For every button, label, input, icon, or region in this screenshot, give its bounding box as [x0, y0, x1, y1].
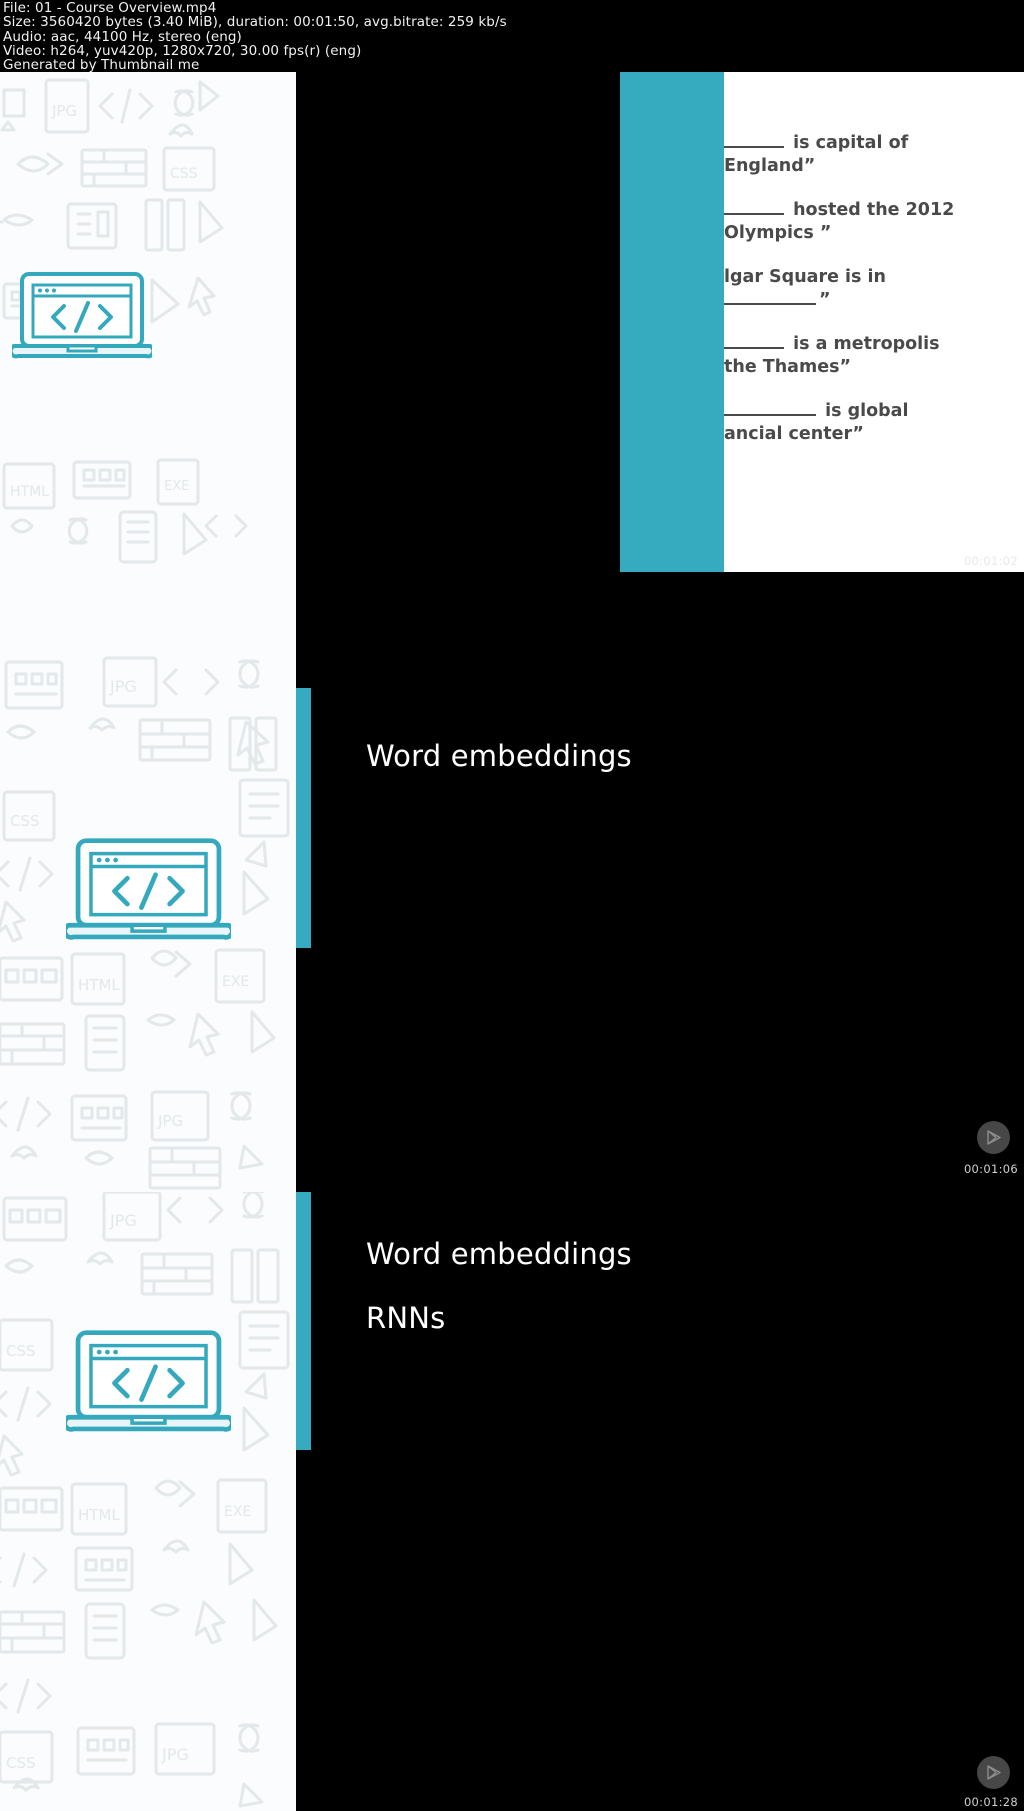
quiz-line-3a: lgar Square is in [724, 267, 887, 287]
svg-text:JPG: JPG [51, 102, 77, 120]
play-icon[interactable] [977, 517, 1010, 550]
thumbnail-timestamp: 00:01:06 [963, 1162, 1018, 1176]
blank-underline [724, 401, 816, 416]
quiz-line-5a: is global [819, 401, 909, 421]
quiz-line-2a: hosted the 2012 [787, 200, 955, 220]
bullet-word-embeddings: Word embeddings [366, 739, 632, 773]
svg-text:JPG: JPG [109, 677, 137, 696]
info-line-video: Video: h264, yuv420p, 1280x720, 30.00 fp… [3, 42, 362, 59]
sidebar-panel-3: JPG CSS HTML EXE CSS JPG [0, 1192, 296, 1811]
quiz-line-5b: ancial center” [724, 424, 864, 444]
list-item: is capital of England” [724, 132, 1024, 178]
teal-accent-bar [296, 1192, 311, 1450]
sidebar-pattern-strip: JPG CSS HTML EXE JPG CSS HTML EXE JPG JP… [0, 72, 296, 1811]
svg-text:EXE: EXE [224, 1504, 251, 1520]
svg-text:JPG: JPG [161, 1745, 189, 1764]
info-line-audio: Audio: aac, 44100 Hz, stereo (eng) [3, 28, 242, 45]
quiz-line-4b: the Thames” [724, 357, 852, 377]
blank-underline [724, 133, 784, 148]
slide-bullets-dark: Word embeddings RNNs [296, 1192, 1024, 1811]
video-thumbnail-1[interactable]: is capital of England” hosted the 2012 O… [248, 72, 1024, 572]
blank-underline [724, 290, 816, 305]
svg-text:CSS: CSS [6, 1342, 36, 1360]
info-line-file: File: 01 - Course Overview.mp4 [3, 0, 217, 16]
slide-bullets-dark: Word embeddings [296, 572, 1024, 1192]
play-icon[interactable] [977, 1756, 1010, 1789]
quiz-question-list: is capital of England” hosted the 2012 O… [724, 132, 1024, 467]
quiz-line-2b: Olympics ” [724, 223, 832, 243]
svg-text:JPG: JPG [109, 1211, 137, 1230]
video-thumbnail-2[interactable]: Word embeddings 00:01:06 [296, 572, 1024, 1192]
info-line-size: Size: 3560420 bytes (3.40 MiB), duration… [3, 14, 507, 31]
info-line-generator: Generated by Thumbnail me [3, 57, 200, 74]
media-info-block: File: 01 - Course Overview.mp4 Size: 356… [0, 0, 1024, 72]
svg-text:CSS: CSS [6, 1754, 36, 1772]
list-item: is a metropolis the Thames” [724, 333, 1024, 379]
bullet-word-embeddings: Word embeddings [366, 1237, 632, 1271]
svg-text:JPG: JPG [157, 1112, 183, 1130]
blank-underline [724, 334, 784, 349]
svg-text:EXE: EXE [164, 479, 189, 494]
teal-accent-bar [296, 688, 311, 948]
svg-text:HTML: HTML [78, 1506, 120, 1524]
svg-text:CSS: CSS [170, 166, 198, 182]
list-item: hosted the 2012 Olympics ” [724, 199, 1024, 245]
quiz-line-3b: ” [724, 289, 1024, 312]
svg-text:CSS: CSS [10, 812, 40, 830]
quiz-line-1a: is capital of [787, 133, 909, 153]
video-thumbnail-3[interactable]: Word embeddings RNNs 00:01:28 [296, 1192, 1024, 1811]
svg-text:HTML: HTML [10, 484, 49, 500]
bullet-rnns: RNNs [366, 1301, 446, 1335]
svg-text:EXE: EXE [222, 974, 249, 990]
laptop-code-icon [62, 836, 235, 948]
play-icon[interactable] [977, 1121, 1010, 1154]
sidebar-panel-2: JPG CSS HTML EXE JPG [0, 572, 296, 1192]
list-item: is global ancial center” [724, 400, 1024, 446]
slide-quiz-white: is capital of England” hosted the 2012 O… [620, 72, 1024, 572]
blank-underline [724, 200, 784, 215]
thumbnail-timestamp: 00:01:28 [963, 1795, 1018, 1809]
thumbnail-timestamp: 00:01:02 [963, 554, 1018, 568]
quiz-line-1b: England” [724, 156, 816, 176]
teal-accent-column [620, 72, 724, 572]
laptop-code-icon [8, 270, 156, 366]
quiz-line-4a: is a metropolis [787, 334, 940, 354]
tech-icon-pattern: JPG CSS [0, 1192, 296, 1811]
sidebar-panel-1: JPG CSS HTML EXE [0, 72, 248, 572]
svg-text:HTML: HTML [78, 976, 120, 994]
list-item: lgar Square is in ” [724, 266, 1024, 312]
laptop-code-icon [62, 1328, 235, 1440]
